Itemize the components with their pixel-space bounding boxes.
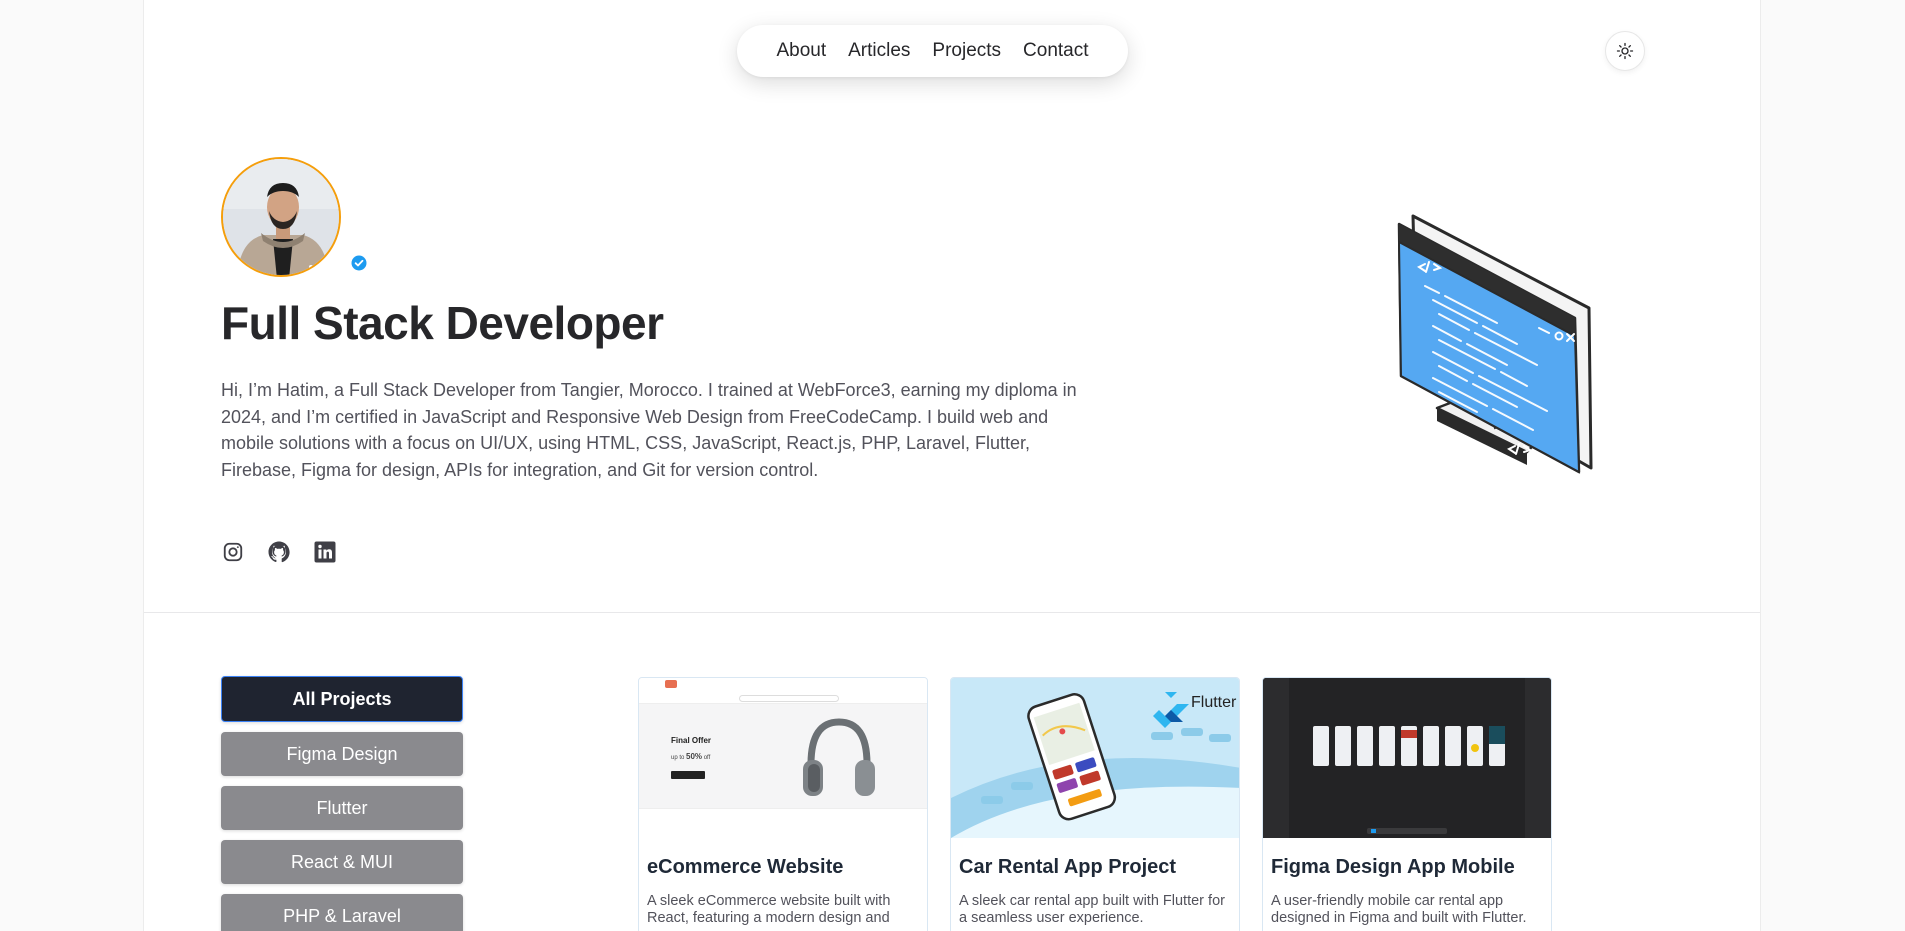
nav-contact[interactable]: Contact [1023,40,1088,62]
hero-bio: Hi, I’m Hatim, a Full Stack Developer fr… [221,380,1077,480]
page-frame: About Articles Projects Contact Full Sta… [143,0,1761,931]
section-divider [144,612,1760,613]
project-thumbnail: Final Offer up to 50% off [639,678,927,838]
github-icon [268,541,290,563]
instagram-icon [223,542,243,562]
project-filters: All Projects Figma Design Flutter React … [221,676,463,931]
filter-figma-design[interactable]: Figma Design [221,732,463,776]
project-description: A user-friendly mobile car rental app de… [1271,893,1527,926]
github-link[interactable] [267,540,291,564]
sun-icon [1616,42,1634,60]
filter-all-projects[interactable]: All Projects [221,676,463,722]
filter-flutter[interactable]: Flutter [221,786,463,830]
filter-react-mui[interactable]: React & MUI [221,840,463,884]
instagram-link[interactable] [221,540,245,564]
project-card-figma-design[interactable]: Figma Design App Mobile A user-friendly … [1262,677,1552,931]
project-description: A sleek car rental app built with Flutte… [959,893,1225,926]
nav-about[interactable]: About [776,40,826,62]
avatar [221,157,341,277]
project-title: eCommerce Website [647,856,844,878]
thumb-flutter-brand: Flutter [1191,694,1237,711]
project-card-ecommerce[interactable]: Final Offer up to 50% off eCommerce Webs… [638,677,928,931]
project-card-car-rental[interactable]: Flutter Car Rental App Project A sleek c… [950,677,1240,931]
nav-articles[interactable]: Articles [848,40,910,62]
filter-php-laravel[interactable]: PHP & Laravel [221,894,463,931]
theme-toggle-button[interactable] [1605,31,1645,71]
monitor-illustration [1397,214,1593,474]
verified-badge-icon [351,255,367,271]
project-thumbnail [1263,678,1551,838]
hero-title: Full Stack Developer [221,297,664,349]
linkedin-icon [314,541,336,563]
main-nav: About Articles Projects Contact [737,25,1128,77]
thumb-offer-title: Final Offer [671,736,712,745]
linkedin-link[interactable] [313,540,337,564]
project-thumbnail: Flutter [951,678,1239,838]
project-title: Car Rental App Project [959,856,1177,878]
nav-projects[interactable]: Projects [932,40,1001,62]
project-description: A sleek eCommerce website built with Rea… [647,893,891,926]
social-links [221,540,337,564]
thumb-discount: up to 50% off [671,752,711,761]
project-title: Figma Design App Mobile [1271,856,1515,878]
